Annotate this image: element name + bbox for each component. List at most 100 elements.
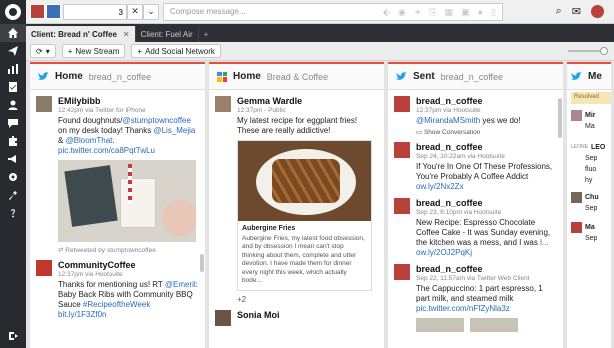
- url-link[interactable]: ow.ly/2Nx2Zx: [416, 182, 464, 191]
- mention-link[interactable]: @Lis_Mejia: [153, 126, 195, 135]
- contacts-icon[interactable]: [0, 96, 26, 114]
- column-header[interactable]: Home Bread & Coffee: [209, 64, 384, 90]
- link-preview-card[interactable]: Aubergine Fries Aubergine Fries, my late…: [237, 140, 372, 291]
- close-tab-icon[interactable]: ✕: [123, 30, 130, 39]
- pin-icon[interactable]: ●: [478, 7, 483, 18]
- home-icon[interactable]: [0, 24, 26, 42]
- plus-icon: +: [137, 46, 143, 56]
- hashtag-link[interactable]: #RecipeoftheWeek: [83, 300, 150, 309]
- column-width-slider[interactable]: [568, 47, 608, 55]
- avatar[interactable]: [215, 309, 231, 326]
- author-name[interactable]: bread_n_coffee: [416, 264, 557, 274]
- signout-icon[interactable]: [0, 330, 26, 342]
- clear-selection-icon[interactable]: ✕: [127, 3, 143, 20]
- refresh-button[interactable]: ⟳ ▾: [30, 44, 56, 58]
- add-network-label: Add Social Network: [145, 46, 215, 56]
- selected-profiles[interactable]: [30, 4, 61, 19]
- campaigns-icon[interactable]: [0, 150, 26, 168]
- pic-link[interactable]: pic.twitter.com/ca8PqtTwLu: [58, 146, 155, 155]
- avatar[interactable]: [36, 260, 52, 276]
- profile-picker-input[interactable]: 3: [63, 3, 127, 20]
- attach-icon[interactable]: ⎘: [429, 7, 436, 18]
- author-name[interactable]: EMilybibb: [58, 96, 199, 106]
- chevron-down-icon[interactable]: ⌄: [143, 3, 159, 20]
- add-social-network-button[interactable]: + Add Social Network: [131, 44, 221, 58]
- author-name[interactable]: bread_n_coffee: [416, 142, 557, 152]
- tab-bread-n-coffee[interactable]: Client: Bread n' Coffee ✕: [26, 26, 136, 42]
- scrollbar[interactable]: [200, 254, 204, 272]
- message-text: New Recipe: Espresso Chocolate Coffee Ca…: [416, 218, 551, 257]
- photo-thumbnails[interactable]: [416, 318, 557, 332]
- settings-gear-icon[interactable]: [0, 168, 26, 186]
- tag-icon[interactable]: ⬖: [383, 7, 390, 18]
- mention-link[interactable]: @Emeril: [165, 280, 196, 289]
- hootsuite-logo[interactable]: [0, 0, 26, 24]
- list-item[interactable]: CommunityCoffee 12:37pm via Hootsuite Th…: [30, 254, 205, 320]
- profile-avatar[interactable]: [46, 4, 61, 19]
- author-name[interactable]: Sonia Moi: [237, 310, 378, 320]
- list-item[interactable]: bread_n_coffee Sep 24, 10:22am via Hoots…: [388, 136, 563, 192]
- mention-link[interactable]: @BloomThat: [66, 136, 113, 145]
- url-link[interactable]: bit.ly/1F3Zf0n: [58, 310, 106, 319]
- add-tab-icon[interactable]: +: [199, 26, 214, 42]
- help-icon[interactable]: [0, 204, 26, 222]
- url-link[interactable]: l...: [540, 238, 548, 247]
- calendar-icon[interactable]: ▦: [445, 7, 454, 18]
- mention-link[interactable]: @MirandaMSmith: [416, 116, 480, 125]
- author-name[interactable]: bread_n_coffee: [416, 96, 557, 106]
- timestamp: 12:37pm - Public: [237, 107, 286, 114]
- mobile-icon[interactable]: ▯: [491, 7, 496, 18]
- apps-icon[interactable]: [0, 132, 26, 150]
- tab-fuel-air[interactable]: Client: Fuel Air: [136, 26, 199, 42]
- list-item[interactable]: bread_n_coffee Sep 22, 11:57am via Twitt…: [388, 258, 563, 332]
- lock-icon[interactable]: ▣: [461, 7, 470, 18]
- mention-link[interactable]: @stumptowncoffee: [123, 116, 191, 125]
- profile-avatar[interactable]: [30, 4, 45, 19]
- avatar[interactable]: [394, 198, 410, 214]
- pic-link[interactable]: pic.twitter.com/nFfZyNla3z: [416, 304, 510, 313]
- compose-input[interactable]: Compose message... ⬖ ◉ ⚭ ⎘ ▦ ▣ ● ▯: [163, 2, 503, 21]
- column-header[interactable]: Sent bread_n_coffee: [388, 64, 563, 90]
- avatar[interactable]: [36, 96, 52, 112]
- new-stream-button[interactable]: + New Stream: [61, 44, 126, 58]
- link-icon[interactable]: ⚭: [414, 7, 422, 18]
- author-name[interactable]: CommunityCoffee: [58, 260, 199, 270]
- list-item[interactable]: bread_n_coffee Sep 23, 6:10pm via Hootsu…: [388, 192, 563, 258]
- preview-image[interactable]: [238, 141, 371, 221]
- avatar[interactable]: [394, 264, 410, 280]
- analytics-icon[interactable]: [0, 60, 26, 78]
- author-name[interactable]: Gemma Wardle: [237, 96, 378, 106]
- stream-column: Home bread_n_coffee EMilybibb 12:42pm vi…: [30, 62, 205, 348]
- scrollbar[interactable]: [558, 98, 562, 138]
- column-header[interactable]: Home bread_n_coffee: [30, 64, 205, 90]
- send-icon[interactable]: [0, 42, 26, 60]
- avatar[interactable]: [394, 142, 410, 158]
- timestamp: Sep 24, 10:22am via Hootsuite: [416, 153, 505, 160]
- list-item[interactable]: Sonia Moi: [209, 304, 384, 326]
- author-name[interactable]: bread_n_coffee: [416, 198, 557, 208]
- slider-handle[interactable]: [600, 47, 608, 55]
- assignments-icon[interactable]: [0, 78, 26, 96]
- plus-one-count[interactable]: +2: [237, 295, 378, 304]
- streams-area: Home bread_n_coffee EMilybibb 12:42pm vi…: [26, 62, 614, 348]
- resolved-badge[interactable]: Resolved: [571, 92, 611, 104]
- column-header[interactable]: Me: [567, 64, 611, 90]
- user-avatar[interactable]: [591, 5, 604, 18]
- notifications-icon[interactable]: ✉: [572, 5, 581, 18]
- timestamp: 12:37pm via Hootsuite: [58, 271, 123, 278]
- new-stream-label: New Stream: [75, 46, 120, 56]
- timestamp: 12:42pm via Twitter for iPhone: [58, 107, 146, 114]
- list-item[interactable]: EMilybibb 12:42pm via Twitter for iPhone…: [30, 90, 205, 254]
- show-conversation-link[interactable]: ▭ Show Conversation: [416, 128, 557, 136]
- list-item[interactable]: bread_n_coffee 12:37pm via Hootsuite @Mi…: [388, 90, 563, 136]
- search-icon[interactable]: ⌕: [556, 5, 562, 18]
- location-icon[interactable]: ◉: [398, 7, 406, 18]
- list-item[interactable]: Gemma Wardle 12:37pm - Public My latest …: [209, 90, 384, 304]
- timestamp: Sep 22, 11:57am via Twitter Web Client: [416, 275, 530, 282]
- conversations-icon[interactable]: [0, 114, 26, 132]
- url-link[interactable]: ow.ly/2OJ2PqKj: [416, 248, 472, 257]
- avatar[interactable]: [215, 96, 231, 112]
- attached-photo[interactable]: [58, 160, 196, 242]
- tools-icon[interactable]: [0, 186, 26, 204]
- avatar[interactable]: [394, 96, 410, 112]
